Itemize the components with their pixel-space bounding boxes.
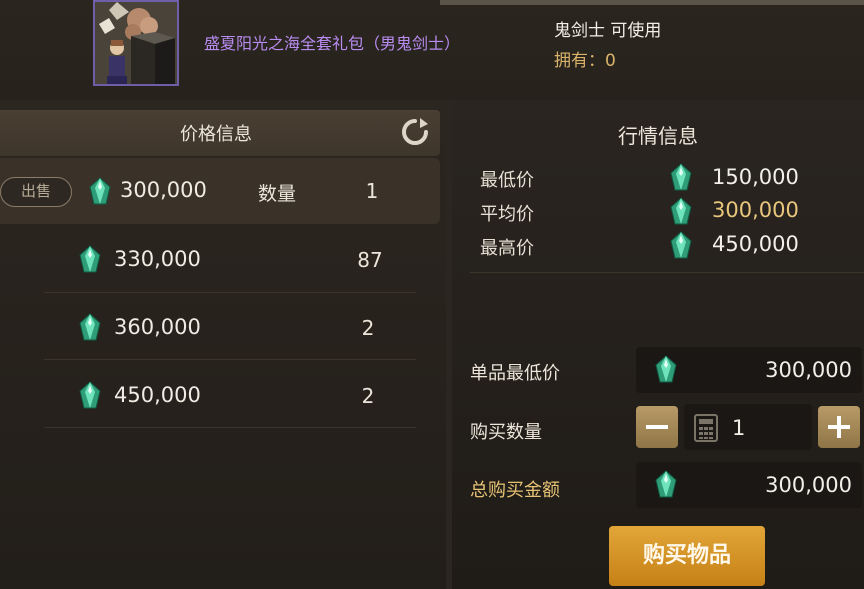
listing-price: 300,000 [120, 178, 207, 202]
gem-icon [670, 163, 692, 191]
buy-item-button[interactable]: 购买物品 [609, 526, 765, 586]
gem-icon [79, 245, 101, 273]
listing-quantity: 1 [365, 179, 379, 203]
unit-min-price-value: 300,000 [765, 358, 852, 382]
sell-button[interactable]: 出售 [0, 177, 72, 207]
price-info-title: 价格信息 [180, 124, 252, 145]
item-gift-box-icon [93, 0, 179, 86]
quantity-column-label: 数量 [258, 183, 297, 205]
gem-icon [655, 355, 677, 383]
purchase-quantity-label: 购买数量 [470, 422, 542, 443]
row-divider [44, 427, 416, 428]
refresh-button[interactable] [400, 117, 430, 147]
calculator-icon[interactable] [694, 414, 718, 442]
gem-icon [655, 470, 677, 498]
row-divider [44, 359, 416, 360]
market-divider [470, 272, 864, 273]
owned-count: 拥有：0 [554, 51, 616, 71]
max-price-label: 最高价 [480, 238, 534, 259]
plus-icon [828, 416, 850, 438]
listing-quantity: 87 [357, 248, 383, 272]
gem-icon [79, 381, 101, 409]
refresh-icon [402, 118, 428, 145]
gem-icon [670, 231, 692, 259]
total-amount-label: 总购买金额 [470, 480, 560, 501]
gem-icon [89, 177, 111, 205]
gem-icon [79, 313, 101, 341]
unit-min-price-label: 单品最低价 [470, 363, 560, 384]
row-divider [44, 292, 416, 293]
decrease-quantity-button[interactable] [636, 406, 678, 448]
usable-class-label: 鬼剑士 可使用 [554, 21, 662, 41]
listing-price: 360,000 [114, 315, 201, 339]
top-divider [440, 0, 864, 5]
min-price-value: 150,000 [712, 165, 799, 189]
listing-price: 330,000 [114, 247, 201, 271]
max-price-value: 450,000 [712, 232, 799, 256]
min-price-label: 最低价 [480, 170, 534, 191]
average-price-value: 300,000 [712, 198, 799, 222]
item-name: 盛夏阳光之海全套礼包（男鬼剑士） [204, 34, 461, 53]
average-price-label: 平均价 [480, 204, 534, 225]
minus-icon [646, 425, 668, 429]
listing-quantity: 2 [361, 384, 375, 408]
increase-quantity-button[interactable] [818, 406, 860, 448]
listing-price: 450,000 [114, 383, 201, 407]
market-info-title: 行情信息 [618, 124, 698, 148]
listing-quantity: 2 [361, 316, 375, 340]
total-amount-value: 300,000 [765, 473, 852, 497]
gem-icon [670, 197, 692, 225]
quantity-value: 1 [732, 416, 746, 440]
